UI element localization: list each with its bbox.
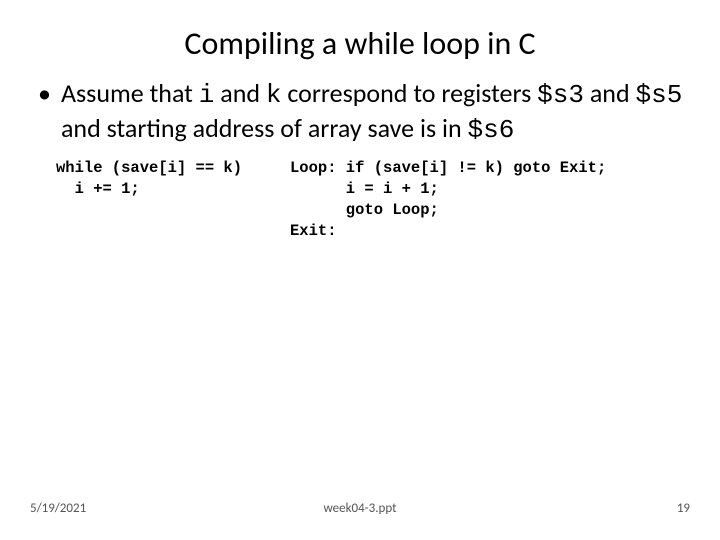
txt-pre: Assume that xyxy=(61,77,199,109)
txt-mid1: and xyxy=(214,77,266,109)
footer-page: 19 xyxy=(677,501,690,516)
footer: 5/19/2021 week04-3.ppt 19 xyxy=(30,501,690,516)
code-k: k xyxy=(266,80,282,110)
footer-file: week04-3.ppt xyxy=(30,501,690,516)
bullet-dot: • xyxy=(38,77,51,110)
bullet-item: • Assume that i and k correspond to regi… xyxy=(38,77,690,146)
code-left: while (save[i] == k) i += 1; xyxy=(30,158,290,242)
txt-mid4: and starting address of array save is in xyxy=(61,112,468,144)
code-s3: $s3 xyxy=(537,80,584,110)
slide: Compiling a while loop in C • Assume tha… xyxy=(0,0,720,540)
code-s5: $s5 xyxy=(636,80,683,110)
bullet-text: Assume that i and k correspond to regist… xyxy=(61,77,690,146)
footer-date: 5/19/2021 xyxy=(30,501,86,516)
txt-mid2: correspond to registers xyxy=(282,77,538,109)
code-right: Loop: if (save[i] != k) goto Exit; i = i… xyxy=(290,158,690,242)
code-s6: $s6 xyxy=(468,115,515,145)
slide-title: Compiling a while loop in C xyxy=(30,24,690,63)
txt-mid3: and xyxy=(584,77,636,109)
code-i: i xyxy=(199,80,215,110)
code-area: while (save[i] == k) i += 1; Loop: if (s… xyxy=(30,158,690,242)
